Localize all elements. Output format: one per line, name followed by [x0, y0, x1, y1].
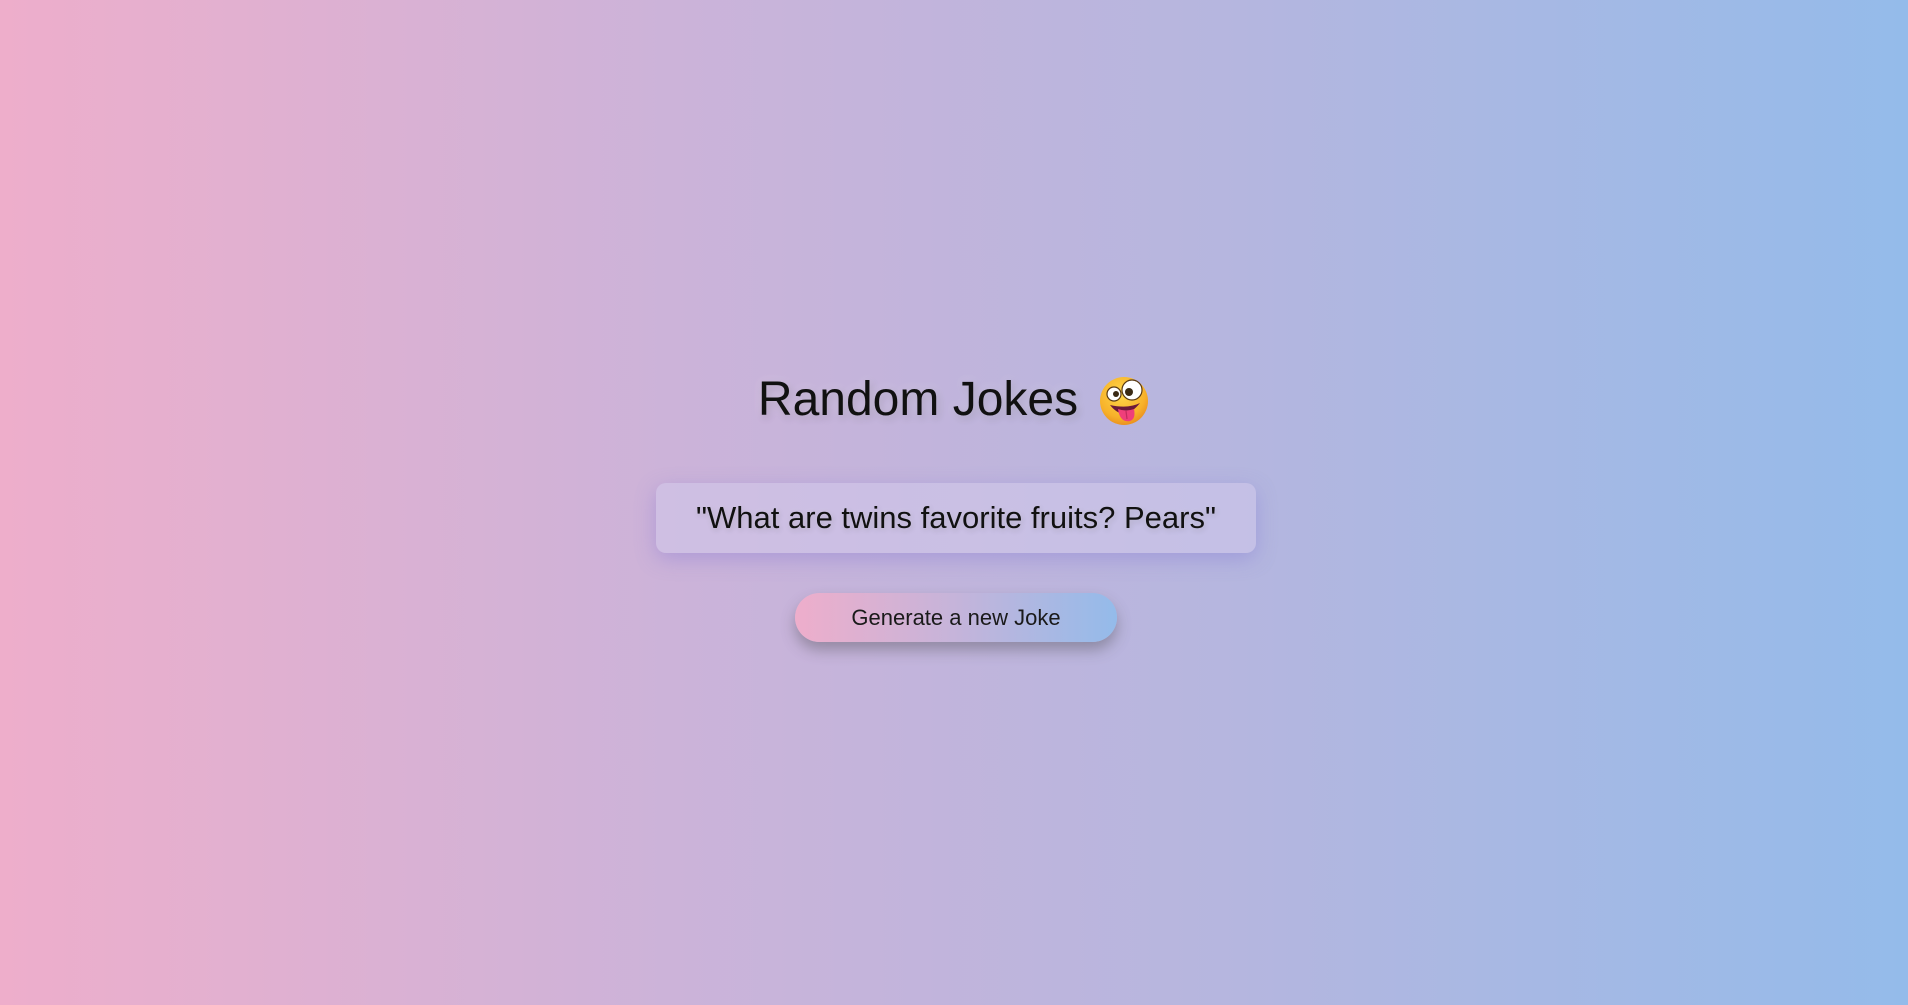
- page-title: Random Jokes: [757, 373, 1079, 426]
- generate-joke-button[interactable]: Generate a new Joke: [795, 593, 1117, 642]
- header: Random Jokes: [0, 374, 1908, 426]
- joke-text: "What are twins favorite fruits? Pears": [696, 500, 1216, 535]
- crazy-face-icon: [1098, 375, 1150, 427]
- joke-card: "What are twins favorite fruits? Pears": [656, 483, 1256, 553]
- app-container: Random Jokes "What are twins favorite fr…: [0, 0, 1908, 1005]
